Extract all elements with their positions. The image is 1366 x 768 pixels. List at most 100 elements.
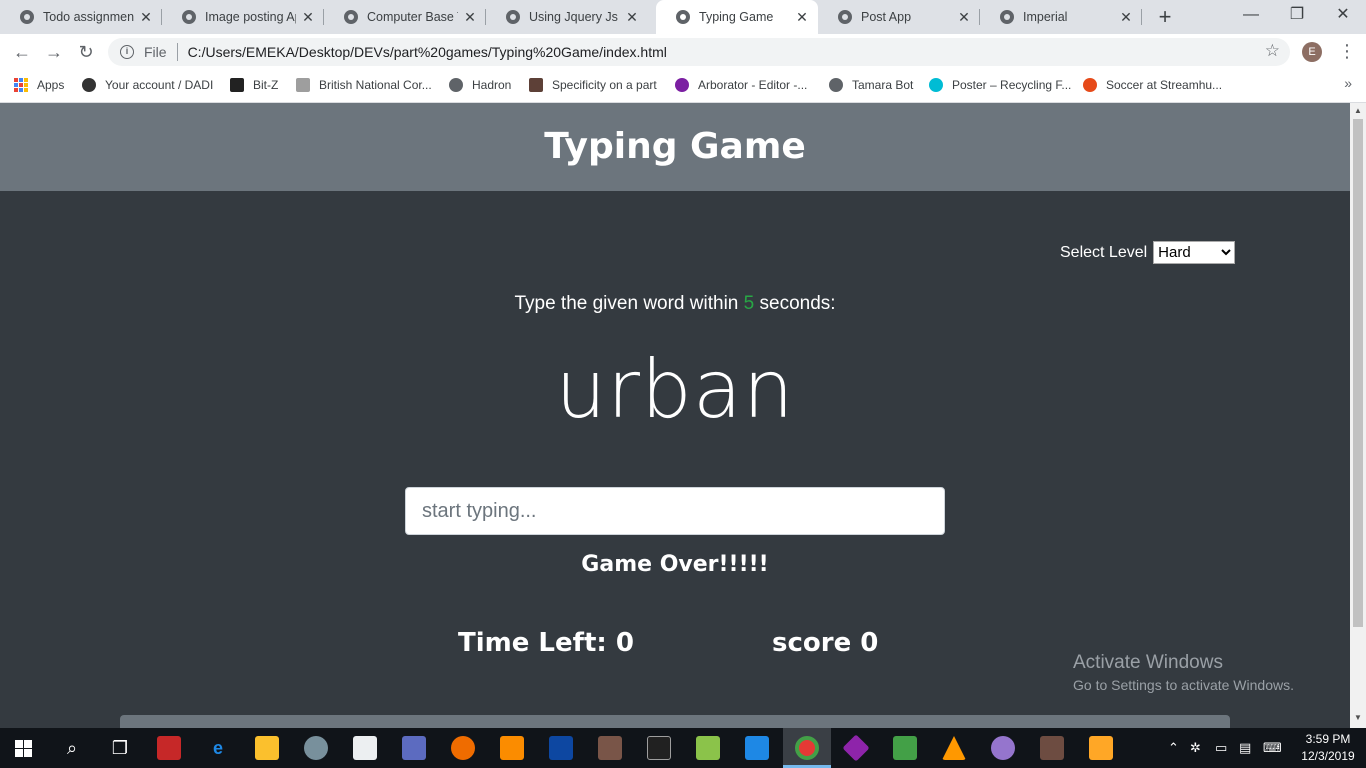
bookmark-label: Apps — [37, 77, 65, 92]
winrar-icon[interactable] — [1040, 736, 1064, 760]
score-label: score — [772, 628, 861, 658]
more-bookmarks-icon[interactable]: » — [1344, 75, 1352, 91]
bookmark-poster[interactable]: Poster – Recycling F... — [929, 70, 1071, 99]
tab-typing-game[interactable]: Typing Game ✕ — [656, 0, 818, 34]
bookmark-label: Arborator - Editor -... — [698, 77, 808, 92]
bookmark-bit-z[interactable]: Bit-Z — [230, 70, 278, 99]
task-view-icon[interactable]: ❐ — [108, 736, 132, 760]
forward-arrow-icon[interactable]: → — [42, 40, 66, 64]
bookmark-soccer[interactable]: Soccer at Streamhu... — [1083, 70, 1222, 99]
tab-post-app[interactable]: Post App ✕ — [818, 0, 980, 34]
terminal-icon[interactable] — [647, 736, 671, 760]
minimize-button[interactable]: — — [1228, 0, 1274, 34]
firefox-icon[interactable] — [451, 736, 475, 760]
bookmark-specificity[interactable]: Specificity on a part — [529, 70, 657, 99]
wifi-icon[interactable]: ✲ — [1190, 728, 1201, 768]
restore-button[interactable]: ❐ — [1274, 0, 1320, 34]
close-icon[interactable]: ✕ — [458, 9, 482, 26]
tab-label: Post App — [861, 10, 912, 24]
score-value: 0 — [860, 628, 879, 658]
bookmark-arborator[interactable]: Arborator - Editor -... — [675, 70, 807, 99]
tab-image-posting[interactable]: Image posting App ✕ — [162, 0, 324, 34]
system-clock[interactable]: 3:59 PM 12/3/2019 — [1298, 731, 1358, 765]
watermark-line2: Go to Settings to activate Windows. — [1073, 677, 1294, 693]
tab-imperial[interactable]: Imperial ✕ — [980, 0, 1142, 34]
instruction-suffix: seconds: — [754, 293, 836, 314]
menu-dots-icon[interactable]: ⋮ — [1338, 40, 1356, 62]
windows-start-icon[interactable] — [15, 740, 32, 757]
xcode-like-icon[interactable] — [549, 736, 573, 760]
url-text[interactable]: C:/Users/EMEKA/Desktop/DEVs/part%20games… — [188, 44, 667, 60]
keyboard-icon[interactable]: ⌨ — [1263, 728, 1282, 768]
info-icon[interactable]: i — [120, 45, 134, 59]
profile-avatar[interactable]: E — [1302, 42, 1322, 62]
watermark-line1: Activate Windows — [1073, 652, 1223, 673]
scrollbar-thumb[interactable] — [1353, 119, 1363, 627]
bookmark-label: Tamara Bot — [852, 77, 914, 92]
bitz-icon — [230, 77, 244, 92]
page-scrollbar[interactable]: ▲ ▼ — [1350, 103, 1366, 728]
close-icon[interactable]: ✕ — [296, 9, 320, 26]
reload-icon[interactable]: ↻ — [74, 40, 98, 64]
scroll-down-icon[interactable]: ▼ — [1350, 713, 1366, 722]
close-icon[interactable]: ✕ — [134, 9, 158, 26]
battery-icon[interactable]: ▭ — [1215, 728, 1227, 768]
globe-icon — [829, 77, 843, 92]
file-explorer-icon[interactable] — [255, 736, 279, 760]
sublime-icon[interactable] — [598, 736, 622, 760]
score: score 0 — [772, 628, 878, 658]
tray-chevron-icon[interactable]: ⌃ — [1168, 728, 1179, 768]
xampp-icon[interactable] — [500, 736, 524, 760]
time-left-label: Time Left: — [458, 628, 616, 658]
paint-icon[interactable] — [304, 736, 328, 760]
scroll-up-icon[interactable]: ▲ — [1350, 106, 1366, 115]
tab-separator — [1141, 9, 1142, 25]
tab-computer-base[interactable]: Computer Base Test ✕ — [324, 0, 486, 34]
address-bar[interactable]: i File C:/Users/EMEKA/Desktop/DEVs/part%… — [108, 38, 1290, 66]
level-select[interactable]: Hard — [1153, 241, 1236, 264]
globe-icon — [344, 10, 358, 24]
bookmark-apps[interactable]: Apps — [14, 70, 64, 99]
bookmark-british-national[interactable]: British National Cor... — [296, 70, 432, 99]
spreadsheet-icon[interactable] — [696, 736, 720, 760]
git-icon[interactable] — [842, 734, 870, 762]
edge-icon[interactable]: e — [206, 736, 230, 760]
bookmark-your-account[interactable]: Your account / DADI — [82, 70, 213, 99]
bookmark-label: Bit-Z — [253, 77, 279, 92]
close-icon[interactable]: ✕ — [620, 9, 644, 26]
bookmark-star-icon[interactable]: ☆ — [1265, 41, 1280, 61]
instruction-prefix: Type the given word within — [514, 293, 744, 314]
new-tab-button[interactable]: + — [1153, 4, 1177, 30]
tab-using-jquery[interactable]: Using Jquery Js library ✕ — [486, 0, 648, 34]
github-desktop-icon[interactable] — [991, 736, 1015, 760]
chrome-icon[interactable] — [795, 736, 819, 760]
store-icon[interactable] — [353, 736, 377, 760]
search-icon[interactable]: ⌕ — [60, 736, 84, 760]
back-arrow-icon[interactable]: ← — [10, 40, 34, 64]
vscode-icon[interactable] — [745, 736, 769, 760]
windows-taskbar: ⌕ ❐ e ⌃ ✲ ▭ ▤ ⌨ 3:59 PM 12/3/2019 — [0, 728, 1366, 768]
close-icon[interactable]: ✕ — [952, 9, 976, 26]
solidworks-icon[interactable] — [157, 736, 181, 760]
media-player-icon[interactable] — [1089, 736, 1113, 760]
bookmark-tamara-bot[interactable]: Tamara Bot — [829, 70, 913, 99]
close-icon[interactable]: ✕ — [1114, 9, 1138, 26]
game-message: Game Over!!!!! — [581, 552, 769, 577]
close-window-button[interactable]: ✕ — [1320, 0, 1366, 34]
tab-todo-assignment[interactable]: Todo assignment ✕ — [0, 0, 162, 34]
tab-label: Typing Game — [699, 10, 774, 24]
instructions-card — [120, 715, 1230, 728]
word-input[interactable] — [405, 487, 945, 535]
bookmark-hadron[interactable]: Hadron — [449, 70, 511, 99]
close-icon[interactable]: ✕ — [790, 9, 814, 26]
vlc-icon[interactable] — [942, 736, 966, 760]
node-icon[interactable] — [893, 736, 917, 760]
game-page: Typing Game Select Level Hard Type the g… — [0, 103, 1350, 728]
current-word: urban — [555, 343, 795, 436]
network-icon[interactable] — [402, 736, 426, 760]
notifications-icon[interactable]: ▤ — [1239, 728, 1251, 768]
tab-label: Computer Base Test — [367, 10, 458, 24]
clock-time: 3:59 PM — [1305, 732, 1351, 746]
globe-icon — [506, 10, 520, 24]
bookmark-label: Specificity on a part — [552, 77, 657, 92]
